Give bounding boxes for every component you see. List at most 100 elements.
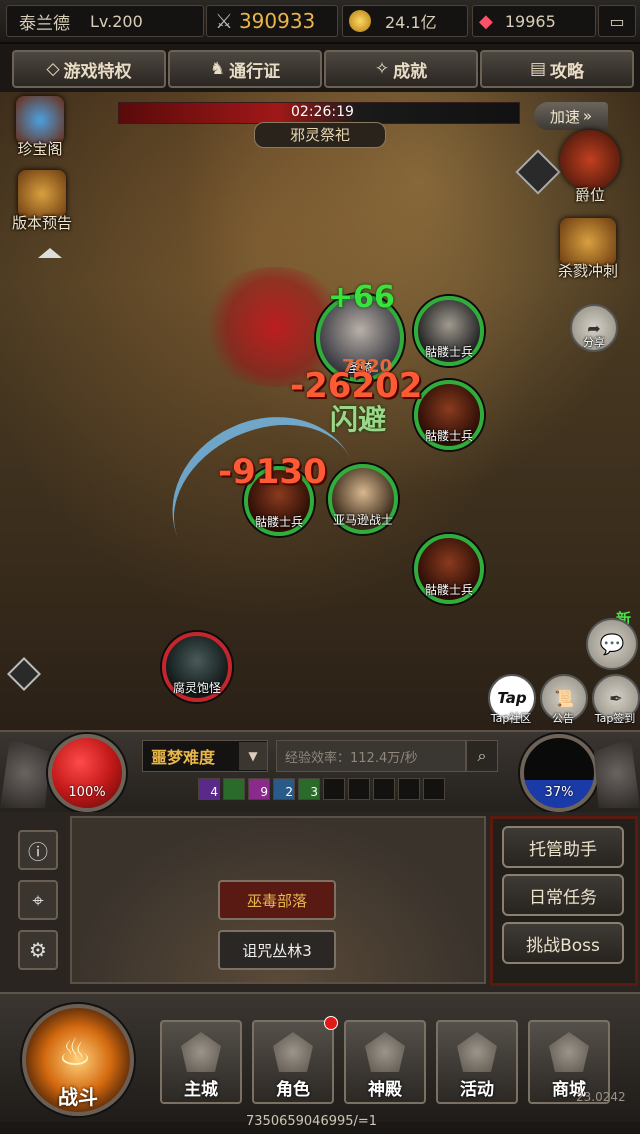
kill-sprint-button[interactable]: 杀戮冲刺	[558, 218, 618, 281]
gem-icon: ◆	[479, 10, 493, 32]
unit-name: 腐灵饱怪	[172, 681, 221, 695]
swords-icon: ⚔	[215, 9, 233, 33]
gem-shop-icon	[549, 1032, 589, 1072]
menu-guide[interactable]: ▤ 攻略	[480, 50, 634, 88]
version-text: 23.0242	[576, 1090, 626, 1104]
chevron-down-icon: ▼	[239, 742, 267, 770]
location-button[interactable]: ⌖	[18, 880, 58, 920]
empty-skill-slot	[398, 778, 420, 800]
info-icon: ⓘ	[28, 839, 48, 864]
empty-skill-slot	[373, 778, 395, 800]
side-label: 珍宝阁	[17, 140, 63, 158]
efficiency-text: 经验效率：112.4万/秒	[285, 750, 418, 766]
gem-display[interactable]: ◆ 19965	[472, 5, 596, 37]
mp-percent: 37%	[544, 785, 574, 800]
skill-count: 2	[285, 785, 293, 799]
nav-label: 神殿	[368, 1080, 402, 1100]
player-level: Lv.200	[90, 11, 143, 31]
unit-skeleton-soldier[interactable]: 骷髅士兵	[414, 380, 484, 450]
unit-enemy-rot-monster[interactable]: 腐灵饱怪	[162, 632, 232, 702]
efficiency-field[interactable]: 经验效率：112.4万/秒	[276, 740, 466, 772]
challenge-boss-button[interactable]: 挑战Boss	[502, 922, 624, 964]
nav-activity[interactable]: 活动	[436, 1020, 518, 1104]
settings-gear-button[interactable]: ⚙	[18, 930, 58, 970]
skill-slot[interactable]: 4	[198, 778, 220, 800]
info-button[interactable]: ⓘ	[18, 830, 58, 870]
skill-slot[interactable]: 3	[298, 778, 320, 800]
treasure-pavilion-button[interactable]: 珍宝阁	[16, 96, 64, 159]
notice-label: 公告	[552, 712, 574, 725]
menu-game-privilege[interactable]: ◇ 游戏特权	[12, 50, 166, 88]
stage-voodoo-tribe[interactable]: 巫毒部落	[218, 880, 336, 920]
auto-assist-button[interactable]: 托管助手	[502, 826, 624, 868]
gear-icon: ⚙	[29, 938, 47, 962]
hp-percent: 100%	[68, 785, 106, 800]
chat-button[interactable]: 💬	[586, 618, 638, 670]
gold-coin-icon	[349, 10, 371, 32]
player-info[interactable]: 泰兰德 Lv.200	[6, 5, 204, 37]
speed-up-button[interactable]: 加速»	[534, 102, 608, 130]
nav-label: 角色	[276, 1080, 310, 1100]
unit-skeleton-soldier[interactable]: 骷髅士兵	[414, 534, 484, 604]
daily-tasks-button[interactable]: 日常任务	[502, 874, 624, 916]
top-bar: 泰兰德 Lv.200 ⚔ 390933 24.1亿 ◆ 19965 ▭	[0, 0, 640, 44]
unit-name: 骷髅士兵	[424, 345, 473, 359]
boss-title: 邪灵祭祀	[289, 126, 350, 144]
castle-icon	[181, 1032, 221, 1072]
skill-slot[interactable]: 9	[248, 778, 270, 800]
chat-bubble-icon: 💬	[599, 632, 625, 656]
menu-label: 成就	[393, 61, 428, 82]
treasure-icon	[16, 96, 64, 144]
side-label: 爵位	[574, 186, 605, 204]
unit-name: 骷髅士兵	[424, 583, 473, 597]
button-label: 日常任务	[529, 887, 597, 908]
badge-icon: ✧	[374, 59, 390, 79]
difficulty-label: 噩梦难度	[151, 748, 216, 767]
battle-label: 战斗	[58, 1085, 98, 1109]
tap-signin-label: Tap签到	[594, 712, 636, 725]
hp-orb: 100%	[48, 734, 126, 812]
scroll-notice-icon: 📜	[554, 688, 574, 708]
settings-button[interactable]: ▭	[598, 5, 636, 37]
stage-cursed-jungle[interactable]: 诅咒丛林3	[218, 930, 336, 970]
battle-button[interactable]: ♨ 战斗	[22, 1004, 134, 1116]
unit-name: 骷髅士兵	[424, 429, 473, 443]
button-label: 挑战Boss	[526, 935, 600, 956]
crest-icon	[560, 130, 620, 190]
tap-logo: Tap	[497, 689, 527, 707]
stage-label: 诅咒丛林3	[242, 941, 312, 960]
heal-number: +66	[328, 280, 395, 315]
book-icon: ▤	[529, 59, 547, 79]
nav-label: 主城	[184, 1080, 218, 1100]
mp-orb: 37%	[520, 734, 598, 812]
menu-label: 通行证	[229, 61, 281, 82]
menu-pass[interactable]: ♞ 通行证	[168, 50, 322, 88]
demon-icon	[457, 1032, 497, 1072]
red-dot-badge	[324, 1016, 338, 1030]
feather-icon: ✒	[609, 688, 623, 708]
gold-display[interactable]: 24.1亿	[342, 5, 468, 37]
boss-timer-bar: 02:26:19	[118, 102, 520, 124]
nav-character[interactable]: 角色	[252, 1016, 338, 1104]
skill-slot[interactable]: 2	[273, 778, 295, 800]
gold-value: 24.1亿	[385, 13, 437, 32]
gem-value: 19965	[504, 11, 556, 31]
skill-count: 4	[210, 785, 218, 799]
skill-slot[interactable]	[223, 778, 245, 800]
collapse-up-icon[interactable]	[38, 248, 62, 258]
diamond-icon: ◇	[46, 59, 60, 79]
search-button[interactable]: ⌕	[466, 740, 498, 772]
nav-main-city[interactable]: 主城	[160, 1020, 242, 1104]
location-pin-icon: ⌖	[32, 888, 44, 912]
button-label: 托管助手	[529, 839, 597, 860]
menu-achievement[interactable]: ✧ 成就	[324, 50, 478, 88]
empty-skill-slot	[323, 778, 345, 800]
nav-temple[interactable]: 神殿	[344, 1020, 426, 1104]
rank-button[interactable]: 爵位	[560, 130, 620, 205]
share-label: 分享	[583, 336, 605, 349]
difficulty-select[interactable]: 噩梦难度 ▼	[142, 740, 268, 772]
version-preview-button[interactable]: 版本预告	[12, 170, 72, 233]
wings-icon: ♞	[209, 59, 226, 79]
combat-power: ⚔ 390933	[206, 5, 338, 37]
unit-skeleton-soldier[interactable]: 骷髅士兵	[414, 296, 484, 366]
